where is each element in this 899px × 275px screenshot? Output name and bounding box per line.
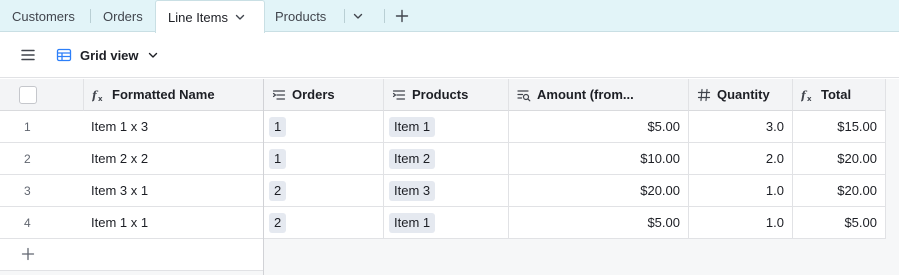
select-all-checkbox[interactable] bbox=[19, 86, 37, 104]
table-row[interactable]: 4 Item 1 x 1 2 Item 1 $5.00 1.0 $5.00 bbox=[0, 207, 886, 239]
amount-cell[interactable]: $5.00 bbox=[509, 111, 689, 142]
row-number: 3 bbox=[24, 183, 31, 198]
view-switcher-button[interactable]: Grid view bbox=[56, 43, 159, 67]
linked-record-chip[interactable]: Item 3 bbox=[389, 180, 436, 201]
lookup-icon bbox=[517, 89, 531, 101]
formatted-name-cell[interactable]: Item 1 x 1 bbox=[84, 207, 264, 238]
amount-cell[interactable]: $20.00 bbox=[509, 175, 689, 206]
orders-cell[interactable]: 2 bbox=[264, 175, 384, 206]
orders-cell[interactable]: 1 bbox=[264, 143, 384, 174]
svg-text:x: x bbox=[98, 95, 103, 102]
more-tables-button[interactable] bbox=[352, 0, 374, 32]
link-icon bbox=[272, 89, 286, 100]
total-cell[interactable]: $15.00 bbox=[793, 111, 886, 142]
tab-orders[interactable]: Orders bbox=[91, 0, 155, 32]
column-label: Orders bbox=[292, 87, 335, 102]
data-grid: fx Formatted Name Orders Products Amount… bbox=[0, 79, 899, 275]
products-cell[interactable]: Item 3 bbox=[384, 175, 509, 206]
column-header-quantity[interactable]: Quantity bbox=[689, 79, 793, 111]
hamburger-icon[interactable] bbox=[20, 47, 36, 63]
row-number: 2 bbox=[24, 151, 31, 166]
view-toolbar: Grid view bbox=[0, 33, 899, 78]
table-tab-bar: Customers Orders Line Items Products bbox=[0, 0, 899, 33]
orders-cell[interactable]: 1 bbox=[264, 111, 384, 142]
products-cell[interactable]: Item 2 bbox=[384, 143, 509, 174]
formatted-name-cell[interactable]: Item 1 x 3 bbox=[84, 111, 264, 142]
tab-line-items[interactable]: Line Items bbox=[155, 0, 265, 33]
plus-icon bbox=[395, 9, 409, 23]
grid-icon bbox=[56, 48, 72, 62]
tab-products[interactable]: Products bbox=[265, 0, 345, 32]
total-cell[interactable]: $20.00 bbox=[793, 175, 886, 206]
linked-record-chip[interactable]: 2 bbox=[269, 212, 287, 233]
linked-record-chip[interactable]: Item 1 bbox=[389, 212, 436, 233]
tab-label: Products bbox=[275, 8, 327, 24]
amount-cell[interactable]: $10.00 bbox=[509, 143, 689, 174]
total-cell[interactable]: $20.00 bbox=[793, 143, 886, 174]
column-label: Total bbox=[821, 87, 852, 102]
linked-record-chip[interactable]: 2 bbox=[269, 180, 287, 201]
formula-icon: fx bbox=[801, 89, 812, 102]
total-cell[interactable]: $5.00 bbox=[793, 207, 886, 238]
quantity-cell[interactable]: 1.0 bbox=[689, 207, 793, 238]
column-header-total[interactable]: fx Total bbox=[793, 79, 886, 111]
formatted-name-cell[interactable]: Item 2 x 2 bbox=[84, 143, 264, 174]
products-cell[interactable]: Item 1 bbox=[384, 207, 509, 238]
formatted-name-cell[interactable]: Item 3 x 1 bbox=[84, 175, 264, 206]
products-cell[interactable]: Item 1 bbox=[384, 111, 509, 142]
add-record-row[interactable] bbox=[0, 239, 264, 271]
table-row[interactable]: 3 Item 3 x 1 2 Item 3 $20.00 1.0 $20.00 bbox=[0, 175, 886, 207]
formula-icon: fx bbox=[92, 89, 103, 102]
row-number: 4 bbox=[24, 215, 31, 230]
tab-label: Line Items bbox=[168, 9, 228, 25]
column-header-formatted-name[interactable]: fx Formatted Name bbox=[84, 79, 264, 111]
column-label: Products bbox=[412, 87, 469, 102]
column-label: Formatted Name bbox=[112, 87, 215, 102]
table-row[interactable]: 1 Item 1 x 3 1 Item 1 $5.00 3.0 $15.00 bbox=[0, 111, 886, 143]
linked-record-chip[interactable]: 1 bbox=[269, 116, 287, 137]
column-header-products[interactable]: Products bbox=[384, 79, 509, 111]
plus-icon[interactable] bbox=[21, 247, 35, 261]
link-icon bbox=[392, 89, 406, 100]
quantity-cell[interactable]: 2.0 bbox=[689, 143, 793, 174]
svg-text:x: x bbox=[807, 95, 812, 102]
linked-record-chip[interactable]: Item 2 bbox=[389, 148, 436, 169]
table-row[interactable]: 2 Item 2 x 2 1 Item 2 $10.00 2.0 $20.00 bbox=[0, 143, 886, 175]
chevron-down-icon bbox=[148, 52, 157, 58]
view-name: Grid view bbox=[80, 47, 139, 63]
linked-record-chip[interactable]: Item 1 bbox=[389, 116, 436, 137]
chevron-down-icon bbox=[353, 13, 363, 19]
quantity-cell[interactable]: 1.0 bbox=[689, 175, 793, 206]
number-icon bbox=[697, 88, 711, 101]
column-label: Amount (from... bbox=[537, 87, 634, 102]
linked-record-chip[interactable]: 1 bbox=[269, 148, 287, 169]
tab-label: Customers bbox=[12, 8, 75, 24]
tab-customers[interactable]: Customers bbox=[0, 0, 91, 32]
frozen-column-divider bbox=[263, 79, 264, 275]
column-header-orders[interactable]: Orders bbox=[264, 79, 384, 111]
column-header-amount[interactable]: Amount (from... bbox=[509, 79, 689, 111]
amount-cell[interactable]: $5.00 bbox=[509, 207, 689, 238]
quantity-cell[interactable]: 3.0 bbox=[689, 111, 793, 142]
row-number: 1 bbox=[24, 119, 31, 134]
orders-cell[interactable]: 2 bbox=[264, 207, 384, 238]
chevron-down-icon[interactable] bbox=[234, 11, 246, 23]
tab-label: Orders bbox=[103, 8, 143, 24]
column-label: Quantity bbox=[717, 87, 770, 102]
add-table-button[interactable] bbox=[395, 0, 413, 32]
select-all-header bbox=[0, 79, 84, 111]
